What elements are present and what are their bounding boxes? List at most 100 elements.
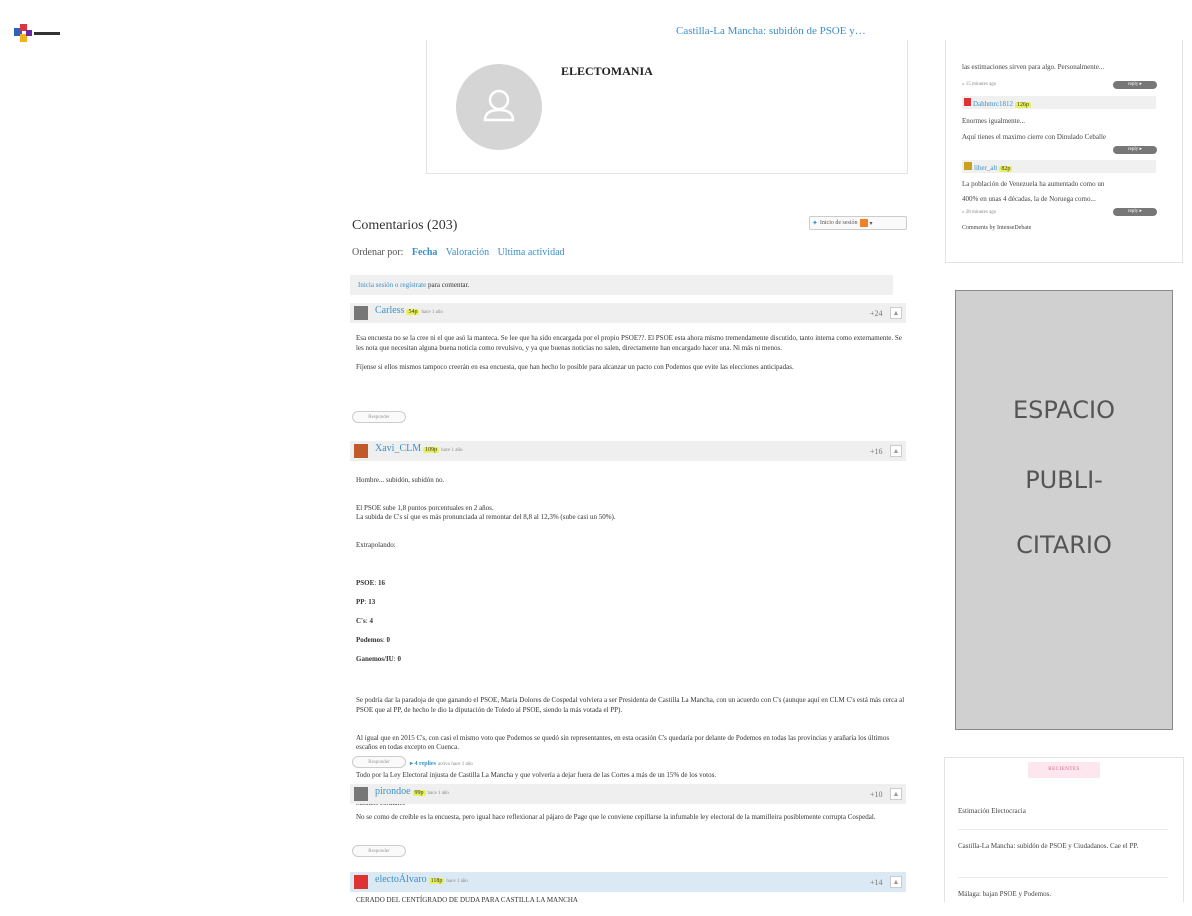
site-logo[interactable] — [12, 22, 82, 46]
recent-post-link[interactable]: Castilla-La Mancha: subidón de PSOE y Ci… — [958, 841, 1168, 852]
seat-value: 16 — [378, 578, 385, 587]
comment-user[interactable]: Xavi_CLM — [375, 443, 421, 454]
seat-line: C's: 4 — [356, 616, 373, 625]
seat-value: 0 — [386, 635, 391, 644]
seat-line: PP: 13 — [356, 597, 376, 606]
points-badge: 118p — [428, 878, 445, 884]
comment-time[interactable]: hace 1 año — [421, 310, 442, 315]
comment-paragraph: Hombre... subidón, subidón no. — [356, 475, 445, 484]
ad-placeholder: ESPACIO PUBLI- CITARIO — [955, 290, 1173, 730]
recent-comment-text: 400% en unas 4 décadas, la de Noruega co… — [962, 195, 1096, 203]
author-name: ELECTOMANIA — [561, 64, 653, 78]
reply-button[interactable]: Responder — [352, 411, 406, 423]
replies-toggle[interactable]: ▸ 4 replies activo hace 1 año — [410, 758, 473, 767]
recent-comment-meta: Dahhmrc1812 126p — [964, 98, 1032, 108]
comment-paragraph: CERADO DEL CENTÍGRADO DE DUDA PARA CASTI… — [356, 896, 578, 904]
tab-recientes[interactable]: RECIENTES — [1028, 762, 1100, 778]
vote-count: +10 — [870, 790, 883, 799]
login-widget[interactable]: ✦ Inicio de sesión ▾ — [809, 216, 907, 230]
seat-line: Ganemos/IU: 0 — [356, 654, 401, 663]
chevron-down-icon: ▾ — [869, 220, 873, 227]
avatar[interactable] — [354, 444, 368, 458]
avatar[interactable] — [354, 306, 368, 320]
comment-meta: pirondoe 99p hace 1 año — [375, 786, 449, 797]
replies-time: activo hace 1 año — [437, 762, 473, 767]
comment-paragraph: Todo por la Ley Electoral injusta de Cas… — [356, 771, 717, 779]
comment-paragraph: El PSOE sube 1,8 puntos porcentuales en … — [356, 503, 616, 522]
comment-meta: electoÁlvaro 118p hace 1 año — [375, 874, 468, 885]
points-badge: 109p — [423, 447, 440, 453]
recent-comment-text: La población de Venezuela ha aumentado c… — [962, 180, 1105, 188]
comment-time[interactable]: hace 1 año — [428, 791, 449, 796]
recent-comment-time[interactable]: » 28 minutes ago — [962, 210, 996, 215]
ad-text-line: CITARIO — [1016, 531, 1112, 559]
seat-party: PP — [356, 597, 365, 606]
avatar[interactable] — [354, 875, 368, 889]
login-prompt-text: para comentar. — [426, 281, 470, 289]
comment-paragraph: Esa encuesta no se la cree ni el que asó… — [356, 334, 902, 352]
comment-meta: Xavi_CLM 109p hace 1 año — [375, 443, 463, 454]
sort-date[interactable]: Fecha — [412, 247, 438, 258]
user-silhouette-icon — [483, 89, 515, 122]
login-link[interactable]: Inicia sesión o regístrate — [358, 281, 426, 289]
vote-count: +16 — [870, 447, 883, 456]
reply-button[interactable]: reply ▸ — [1113, 81, 1157, 89]
recent-comment-meta: liber_alt 82p — [964, 162, 1013, 172]
article-title-link[interactable]: Castilla-La Mancha: subidón de PSOE y… — [676, 25, 866, 37]
seat-party: C's — [356, 616, 366, 625]
comment-body: Esa encuesta no se la cree ni el que asó… — [356, 334, 906, 383]
vote-count: +24 — [870, 309, 883, 318]
intensedebate-credit[interactable]: Comments by IntenseDebate — [962, 225, 1031, 231]
sort-rating[interactable]: Valoración — [446, 247, 489, 258]
sort-last-activity[interactable]: Ultima actividad — [498, 247, 565, 258]
comment-user[interactable]: electoÁlvaro — [375, 874, 427, 885]
thumbs-up-icon[interactable]: ▲ — [890, 307, 902, 319]
sort-bar: Ordenar por: Fecha Valoración Ultima act… — [352, 247, 571, 258]
seat-line: PSOE: 16 — [356, 578, 385, 587]
rss-icon — [859, 219, 868, 227]
thumbs-up-icon[interactable]: ▲ — [890, 445, 902, 457]
reply-button[interactable]: reply ▸ — [1113, 146, 1157, 154]
twitter-icon: ✦ — [812, 219, 818, 227]
ad-text-line: PUBLI- — [1025, 466, 1103, 494]
seat-party: PSOE — [356, 578, 375, 587]
points-badge: 82p — [999, 166, 1013, 172]
reply-button[interactable]: Responder — [352, 756, 406, 768]
comments-title: Comentarios (203) — [352, 218, 458, 233]
recent-comment-text: las estimaciones sirven para algo. Perso… — [962, 63, 1105, 71]
avatar — [456, 64, 542, 150]
replies-count[interactable]: ▸ 4 replies — [410, 761, 436, 767]
reply-button[interactable]: reply ▸ — [1113, 208, 1157, 216]
avatar[interactable] — [964, 98, 971, 106]
thumbs-up-icon[interactable]: ▲ — [890, 788, 902, 800]
comment-body: CERADO DEL CENTÍGRADO DE DUDA PARA CASTI… — [356, 896, 906, 916]
comment-paragraph: Se podría dar la paradoja de que ganando… — [356, 696, 905, 714]
recent-post-link[interactable]: Málaga: bajan PSOE y Podemos. — [958, 889, 1168, 900]
seat-value: 4 — [369, 616, 373, 625]
comment-paragraph: No se como de creíble es la encuesta, pe… — [356, 813, 876, 821]
order-by-label: Ordenar por: — [352, 247, 404, 258]
divider — [958, 877, 1168, 878]
recent-comment-user[interactable]: Dahhmrc1812 — [973, 100, 1013, 108]
seat-party: Podemos — [356, 635, 383, 644]
comment-time[interactable]: hace 1 año — [446, 879, 467, 884]
points-badge: 99p — [412, 790, 426, 796]
comment-body: No se como de creíble es la encuesta, pe… — [356, 813, 906, 833]
reply-button[interactable]: Responder — [352, 845, 406, 857]
seat-value: 13 — [368, 597, 376, 606]
comment-user[interactable]: Carless — [375, 305, 404, 316]
ad-text-line: ESPACIO — [1012, 396, 1116, 424]
recent-comment-text: Aquí tienes el maximo cierre con Dinulad… — [962, 133, 1107, 141]
vote-count: +14 — [870, 878, 883, 887]
avatar[interactable] — [964, 162, 972, 170]
thumbs-up-icon[interactable]: ▲ — [890, 876, 902, 888]
seat-value: 0 — [397, 654, 401, 663]
comment-user[interactable]: pirondoe — [375, 786, 411, 797]
comment-time[interactable]: hace 1 año — [441, 448, 462, 453]
recent-post-link[interactable]: Estimación Electocracia — [958, 806, 1168, 817]
comment-paragraph: Extrapolando: — [356, 541, 396, 549]
avatar[interactable] — [354, 787, 368, 801]
recent-comment-time[interactable]: » 15 minutes ago — [962, 82, 996, 87]
recent-comment-user[interactable]: liber_alt — [974, 164, 997, 172]
comment-meta: Carless 54p hace 1 año — [375, 305, 443, 316]
